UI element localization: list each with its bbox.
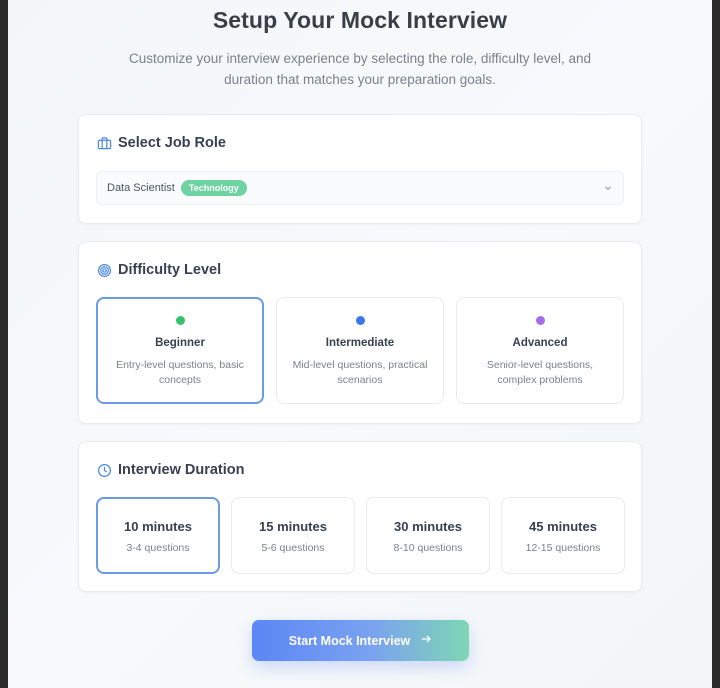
difficulty-description: Entry-level questions, basic concepts (116, 359, 244, 386)
duration-header: Interview Duration (97, 460, 245, 480)
target-icon (97, 263, 112, 278)
duration-label: 45 minutes (529, 519, 597, 534)
duration-option-30[interactable]: 30 minutes 8-10 questions (366, 497, 490, 574)
job-role-header: Select Job Role (97, 133, 226, 153)
difficulty-option-beginner[interactable]: Beginner Entry-level questions, basic co… (96, 297, 264, 404)
difficulty-label: Advanced (512, 337, 568, 349)
difficulty-label: Intermediate (325, 337, 395, 349)
page-subtitle: Customize your interview experience by s… (129, 51, 591, 87)
difficulty-option-advanced[interactable]: Advanced Senior-level questions, complex… (456, 297, 624, 404)
duration-description: 8-10 questions (393, 542, 463, 554)
duration-option-15[interactable]: 15 minutes 5-6 questions (231, 497, 355, 574)
duration-description: 5-6 questions (261, 542, 325, 554)
difficulty-description: Senior-level questions, complex problems (486, 359, 594, 386)
job-role-heading: Select Job Role (118, 135, 226, 151)
duration-option-45[interactable]: 45 minutes 12-15 questions (501, 497, 625, 574)
difficulty-option-intermediate[interactable]: Intermediate Mid-level questions, practi… (276, 297, 444, 404)
job-role-card: Select Job Role Data Scientist Technolog… (78, 114, 642, 224)
difficulty-card: Difficulty Level Beginner Entry-level qu… (78, 241, 642, 424)
difficulty-description: Mid-level questions, practical scenarios (292, 359, 428, 386)
setup-page: Setup Your Mock Interview Customize your… (8, 0, 712, 688)
duration-label: 15 minutes (259, 519, 327, 534)
duration-label: 30 minutes (394, 519, 462, 534)
clock-icon (97, 463, 112, 478)
duration-label: 10 minutes (124, 519, 192, 534)
category-badge: Technology (180, 180, 247, 196)
start-mock-interview-button[interactable]: Start Mock Interview (252, 620, 469, 661)
duration-option-10[interactable]: 10 minutes 3-4 questions (96, 497, 220, 574)
duration-description: 3-4 questions (126, 542, 190, 554)
duration-card: Interview Duration 10 minutes 3-4 questi… (78, 441, 642, 592)
start-label: Start Mock Interview (288, 633, 411, 648)
chevron-down-icon (603, 183, 613, 196)
selected-role: Data Scientist (107, 182, 175, 194)
advanced-dot (535, 316, 545, 325)
arrow-right-icon (420, 633, 432, 648)
difficulty-header: Difficulty Level (97, 260, 221, 280)
briefcase-icon (97, 136, 112, 151)
page-title: Setup Your Mock Interview (212, 7, 508, 33)
duration-heading: Interview Duration (118, 462, 245, 478)
difficulty-heading: Difficulty Level (118, 262, 222, 278)
beginner-dot (175, 316, 185, 325)
duration-description: 12-15 questions (525, 542, 601, 554)
intermediate-dot (355, 316, 365, 325)
difficulty-label: Beginner (155, 337, 205, 349)
job-role-select[interactable]: Data Scientist Technology (96, 171, 624, 205)
